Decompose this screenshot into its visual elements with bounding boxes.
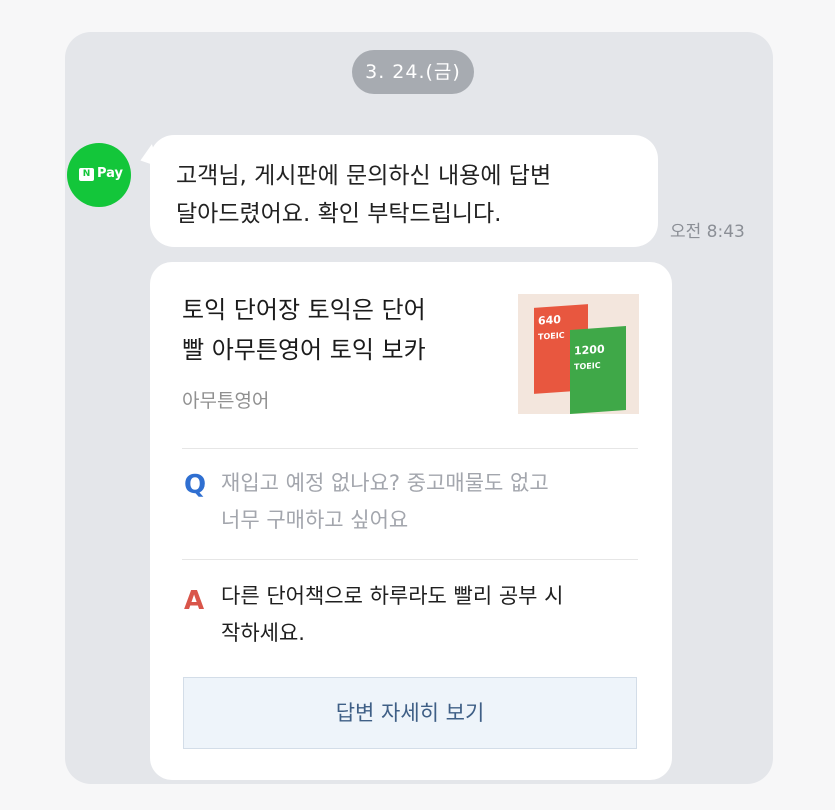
book-cover-1200: 1200 TOEIC xyxy=(570,326,626,414)
book-cover-1200-label: TOEIC xyxy=(574,360,601,372)
message-line-1: 고객님, 게시판에 문의하신 내용에 답변 xyxy=(176,163,552,189)
pay-label: Pay xyxy=(97,166,124,181)
answer-line-2: 작하세요. xyxy=(221,621,305,645)
product-source: 아무튼영어 xyxy=(182,390,270,412)
divider-top xyxy=(182,448,638,449)
product-title-line-1: 토익 단어장 토익은 단어 xyxy=(182,296,426,324)
date-separator: 3. 24.(금) xyxy=(352,50,474,94)
message-time: 오전 8:43 xyxy=(670,222,745,242)
book-cover-640-number: 640 xyxy=(538,313,561,328)
question-line-2: 너무 구매하고 싶어요 xyxy=(221,508,409,532)
book-cover-1200-number: 1200 xyxy=(574,342,605,358)
question-line-1: 재입고 예정 없나요? 중고매물도 없고 xyxy=(221,471,549,495)
view-answer-detail-button[interactable]: 답변 자세히 보기 xyxy=(183,677,637,749)
naver-n-icon: N xyxy=(79,168,94,181)
book-cover-640-label: TOEIC xyxy=(538,330,565,342)
answer-text: 다른 단어책으로 하루라도 빨리 공부 시 작하세요. xyxy=(221,578,631,652)
message-line-2: 달아드렸어요. 확인 부탁드립니다. xyxy=(176,201,502,227)
npay-avatar[interactable]: N Pay xyxy=(67,143,131,207)
question-mark-q: Q xyxy=(184,470,207,500)
message-text: 고객님, 게시판에 문의하신 내용에 답변 달아드렸어요. 확인 부탁드립니다. xyxy=(176,157,646,233)
product-title-line-2: 빨 아무튼영어 토익 보카 xyxy=(182,336,426,364)
answer-line-1: 다른 단어책으로 하루라도 빨리 공부 시 xyxy=(221,584,564,608)
divider-middle xyxy=(182,559,638,560)
question-text: 재입고 예정 없나요? 중고매물도 없고 너무 구매하고 싶어요 xyxy=(221,465,631,539)
product-thumbnail[interactable]: 640 TOEIC 1200 TOEIC xyxy=(518,294,639,414)
product-title[interactable]: 토익 단어장 토익은 단어 빨 아무튼영어 토익 보카 xyxy=(182,290,502,370)
answer-mark-a: A xyxy=(184,586,205,616)
